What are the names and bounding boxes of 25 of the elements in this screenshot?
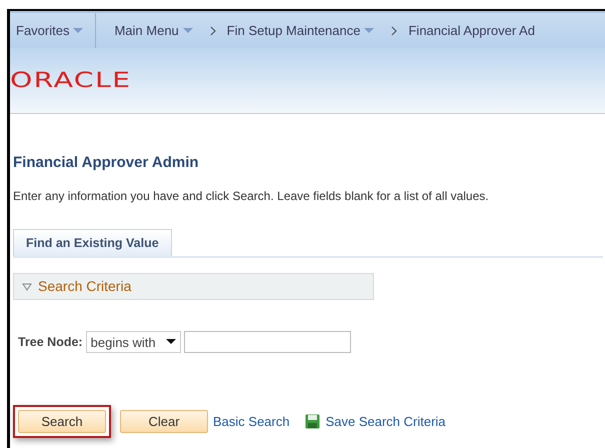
triangle-icon — [22, 282, 32, 291]
page-title: Financial Approver Admin — [13, 153, 200, 173]
caret-icon — [166, 339, 176, 346]
link[interactable]: Save Search Criteria — [304, 412, 446, 432]
save-icon — [304, 414, 320, 430]
caret-icon — [182, 28, 193, 34]
breadcrumb-link[interactable]: Financial Approver Ad — [408, 20, 535, 40]
link[interactable]: Basic Search — [213, 412, 290, 432]
field-label: Tree Node: — [18, 334, 83, 351]
operator-dropdown[interactable]: begins with — [86, 331, 181, 354]
button[interactable]: Search — [18, 410, 106, 434]
chevron-icon — [208, 26, 217, 36]
section-title: Search Criteria — [38, 277, 132, 296]
input-field[interactable] — [184, 331, 351, 354]
instructions: Enter any information you have and click Search. Leave fields blank for a list of all values. — [13, 188, 490, 204]
section-header[interactable]: Search Criteria — [13, 273, 374, 300]
breadcrumb-link[interactable]: Favorites — [16, 20, 70, 40]
logo: ORACLE — [10, 70, 132, 91]
button[interactable]: Clear — [120, 410, 208, 434]
caret-icon — [73, 28, 84, 34]
breadcrumb-link[interactable]: Main Menu — [114, 20, 179, 40]
caret-icon — [364, 28, 374, 34]
tab[interactable]: Find an Existing Value — [13, 228, 172, 256]
breadcrumb-link[interactable]: Fin Setup Maintenance — [226, 20, 360, 40]
chevron-icon — [390, 26, 398, 36]
